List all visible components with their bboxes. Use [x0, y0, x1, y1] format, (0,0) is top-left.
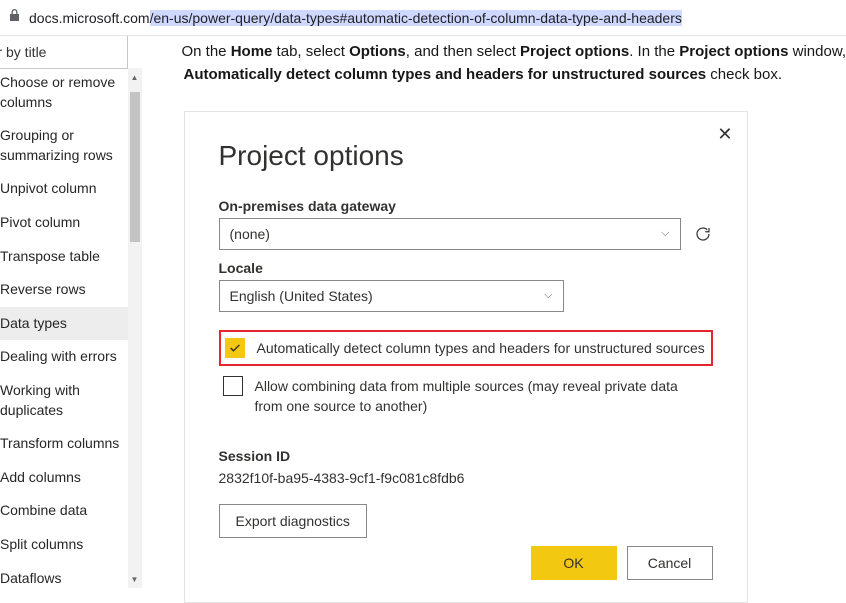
sidebar: Filter by title Choose or remove columns…: [0, 36, 142, 594]
lock-icon: [8, 8, 21, 27]
sidebar-item[interactable]: Unpivot column: [0, 172, 142, 206]
locale-label: Locale: [219, 260, 713, 276]
sidebar-item[interactable]: Combine data: [0, 494, 142, 528]
sidebar-scrollbar[interactable]: ▲ ▼: [128, 68, 142, 588]
dialog-title: Project options: [219, 140, 713, 172]
scrollbar-thumb[interactable]: [130, 92, 140, 242]
scroll-down-icon[interactable]: ▼: [128, 572, 142, 586]
project-options-dialog: ✕ Project options On-premises data gatew…: [184, 111, 748, 603]
article-text: On the Home tab, select Options, and the…: [184, 36, 846, 87]
locale-select[interactable]: English (United States) ⌵: [219, 280, 564, 312]
filter-input[interactable]: Filter by title: [0, 36, 128, 69]
sidebar-item[interactable]: Dataflows: [0, 562, 142, 591]
sidebar-item[interactable]: Pivot column: [0, 206, 142, 240]
checkbox-unchecked-icon[interactable]: [223, 376, 243, 396]
gateway-select[interactable]: (none) ⌵: [219, 218, 681, 250]
sidebar-item[interactable]: Dealing with errors: [0, 340, 142, 374]
refresh-icon[interactable]: [693, 224, 713, 244]
sidebar-item[interactable]: Add columns: [0, 461, 142, 495]
session-id-value: 2832f10f-ba95-4383-9cf1-f9c081c8fdb6: [219, 470, 713, 486]
browser-url-bar[interactable]: docs.microsoft.com/en-us/power-query/dat…: [0, 0, 846, 36]
sidebar-item[interactable]: Grouping or summarizing rows: [0, 119, 142, 172]
sidebar-item[interactable]: Choose or remove columns: [0, 66, 142, 119]
sidebar-item[interactable]: Transform columns: [0, 427, 142, 461]
allow-combining-checkbox-row[interactable]: Allow combining data from multiple sourc…: [219, 370, 713, 423]
url-text: docs.microsoft.com/en-us/power-query/dat…: [29, 10, 682, 26]
chevron-down-icon: ⌵: [544, 289, 552, 302]
session-id-label: Session ID: [219, 448, 713, 464]
autodetect-checkbox-row[interactable]: Automatically detect column types and he…: [219, 330, 713, 366]
cancel-button[interactable]: Cancel: [627, 546, 713, 580]
sidebar-item[interactable]: Reverse rows: [0, 273, 142, 307]
ok-button[interactable]: OK: [531, 546, 617, 580]
chevron-down-icon: ⌵: [661, 227, 669, 240]
gateway-label: On-premises data gateway: [219, 198, 713, 214]
main-content: On the Home tab, select Options, and the…: [142, 36, 846, 594]
scroll-up-icon[interactable]: ▲: [128, 70, 142, 84]
sidebar-item[interactable]: Split columns: [0, 528, 142, 562]
checkbox-checked-icon[interactable]: [225, 338, 245, 358]
close-icon[interactable]: ✕: [717, 124, 732, 145]
sidebar-item[interactable]: Data types: [0, 307, 142, 341]
sidebar-item[interactable]: Working with duplicates: [0, 374, 142, 427]
sidebar-item[interactable]: Transpose table: [0, 240, 142, 274]
export-diagnostics-button[interactable]: Export diagnostics: [219, 504, 367, 538]
